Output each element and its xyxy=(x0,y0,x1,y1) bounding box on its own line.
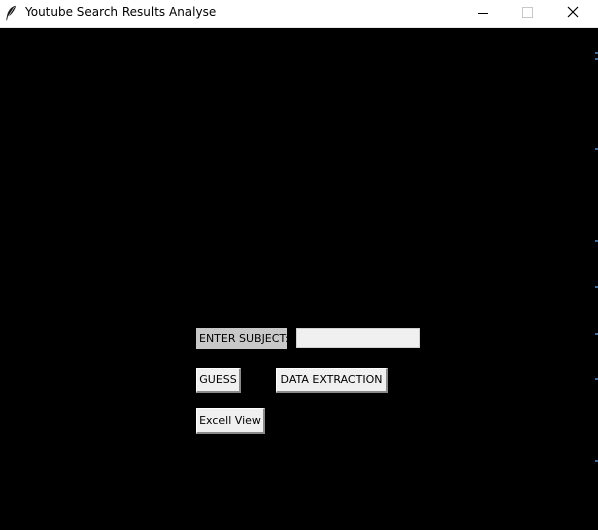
guess-button[interactable]: GUESS xyxy=(196,368,241,393)
subject-input[interactable] xyxy=(296,328,420,348)
title-bar[interactable]: Youtube Search Results Analyse xyxy=(0,0,598,28)
app-window: Youtube Search Results Analyse ENTER SUB… xyxy=(0,0,598,530)
excel-view-button[interactable]: Excell View xyxy=(196,408,265,434)
subject-label: ENTER SUBJECT: xyxy=(196,328,289,349)
data-extraction-button[interactable]: DATA EXTRACTION xyxy=(276,368,388,393)
close-icon xyxy=(567,6,579,18)
minimize-button[interactable] xyxy=(460,0,506,27)
maximize-button[interactable] xyxy=(505,0,551,27)
minimize-icon xyxy=(478,13,488,14)
close-button[interactable] xyxy=(550,0,596,27)
feather-icon xyxy=(5,5,17,21)
window-title: Youtube Search Results Analyse xyxy=(25,5,217,19)
maximize-icon xyxy=(522,7,533,18)
